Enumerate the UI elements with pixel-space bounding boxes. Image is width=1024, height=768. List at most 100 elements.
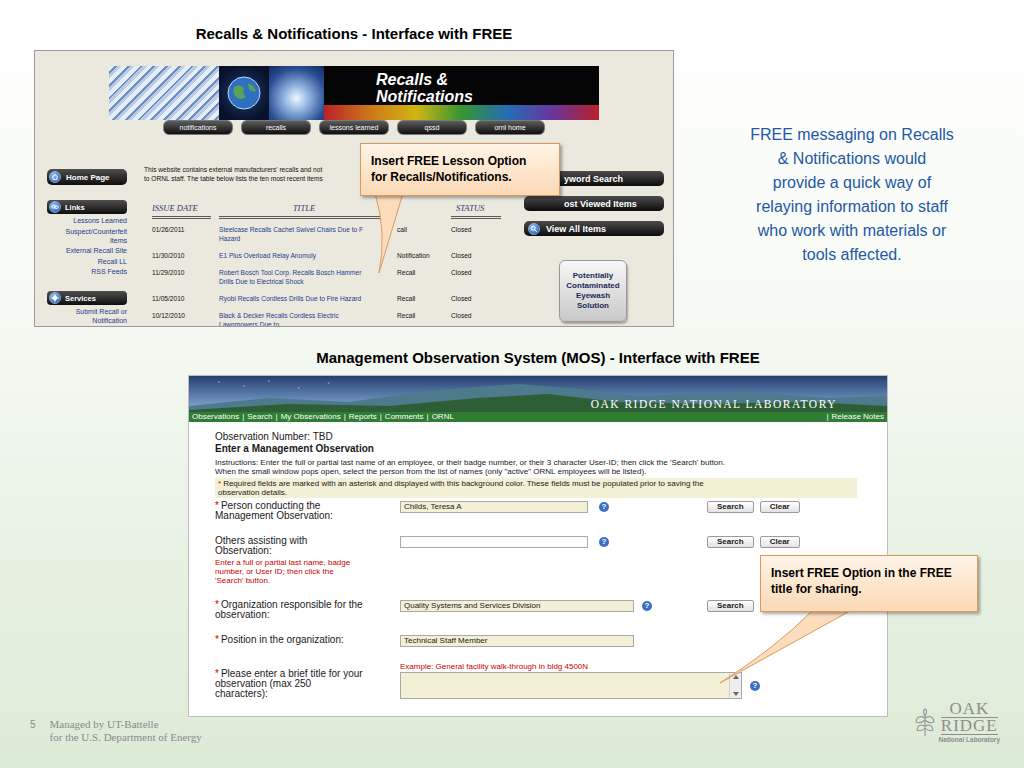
eyewash-button[interactable]: PotentiallyContaminatedEyewashSolution (559, 260, 627, 322)
nav-link[interactable]: My Observations (281, 412, 341, 422)
mos-screenshot: OAK RIDGE NATIONAL LABORATORYObservation… (188, 375, 888, 717)
mos-nav: Observations|Search|My Observations|Repo… (189, 412, 887, 422)
text-field[interactable]: Technical Staff Member (400, 635, 634, 647)
form-button[interactable]: Clear (760, 501, 800, 513)
text-field[interactable]: Childs, Teresa A (400, 501, 588, 513)
site-banner: Recalls & Notifications (109, 66, 599, 120)
globe-picture (219, 66, 269, 120)
sidebar-group: Links Lessons Learned Suspect/CounterfeitI… (47, 200, 129, 276)
title-textarea[interactable] (400, 672, 742, 699)
form-button[interactable]: Search (707, 501, 754, 513)
form-title: Enter a Management Observation (215, 443, 887, 455)
form-button[interactable]: Search (707, 600, 754, 612)
nav-link[interactable]: Comments (385, 412, 424, 422)
sidebar-item[interactable]: Recall LL (47, 257, 129, 266)
recall-link[interactable]: Steelcase Recalls Cachet Swivel Chairs D… (219, 225, 397, 243)
table-row[interactable]: 11/30/2010E1 Plus Overload Relay Anomoly… (152, 247, 509, 264)
text-field[interactable]: Quality Systems and Services Division (400, 600, 634, 612)
recall-link[interactable]: Black & Decker Recalls Cordless Electric… (219, 311, 397, 327)
sidebar: Home Page Links Lessons Learned Suspect/Cou… (47, 142, 129, 327)
sidebar-group-header: Services (47, 291, 127, 305)
home-button[interactable]: Home Page (47, 169, 127, 185)
sidebar-group-header: Links (47, 200, 127, 214)
slide-note: FREE messaging on Recalls& Notifications… (727, 24, 977, 327)
sidebar-group: Services Submit Recall orNotification (47, 291, 129, 325)
column-header-blank (397, 217, 443, 219)
field-label: *Please enter a brief title for yourobse… (215, 662, 400, 699)
nav-link[interactable]: Reports (349, 412, 377, 422)
field-control: Technical Staff Member (400, 635, 707, 647)
nav-button[interactable]: recalls (241, 120, 311, 135)
field-control: Quality Systems and Services Division? (400, 600, 707, 612)
page-number: 5 (26, 718, 36, 744)
required-mark: * (215, 500, 219, 511)
observation-number: Observation Number: TBD (215, 431, 887, 443)
help-icon[interactable]: ? (599, 537, 609, 547)
table-row[interactable]: 11/29/2010Robert Bosch Tool Corp. Recall… (152, 264, 509, 290)
recall-link[interactable]: Ryobi Recalls Cordless Drills Due to Fir… (219, 294, 397, 303)
table-row[interactable]: 11/05/2010Ryobi Recalls Cordless Drills … (152, 290, 509, 307)
column-header: ISSUE DATE (152, 202, 211, 219)
nav-link[interactable]: ORNL (432, 412, 454, 422)
callout-pointer (714, 609, 854, 689)
form-button[interactable]: Clear (760, 536, 800, 548)
keyboard-picture (109, 66, 219, 120)
section-title: Management Observation System (MOS) - In… (188, 348, 888, 368)
field-hint: Enter a full or partial last name, badge… (215, 558, 400, 585)
recalls-section: Recalls & Notifications - Interface with… (34, 24, 1004, 327)
banner-title: Recalls & Notifications (324, 66, 488, 105)
table-row[interactable]: 01/26/2011Steelcase Recalls Cachet Swive… (152, 221, 509, 247)
required-note: *Required fields are marked with an aste… (215, 478, 857, 498)
home-icon (49, 171, 61, 183)
recalls-screenshot: Recalls & Notifications notifications reca… (34, 50, 674, 327)
field-buttons: Search Clear (707, 536, 887, 548)
sidebar-item[interactable]: Submit Recall orNotification (47, 307, 129, 325)
field-label: *Person conducting theManagement Observa… (215, 501, 400, 521)
form-row: *Please enter a brief title for yourobse… (215, 662, 887, 699)
slide-footer: 5 Managed by UT-Battellefor the U.S. Depa… (26, 717, 888, 744)
nav-button[interactable]: notifications (163, 120, 233, 135)
text-field[interactable] (400, 536, 588, 548)
mos-section: Management Observation System (MOS) - In… (26, 348, 1004, 744)
nav-link[interactable]: Search (247, 412, 272, 422)
scroll-down-icon[interactable] (733, 692, 739, 696)
recall-link[interactable]: E1 Plus Overload Relay Anomoly (219, 251, 397, 260)
release-notes-link[interactable]: Release Notes (832, 412, 884, 422)
field-label: Others assisting withObservation:Enter a… (215, 536, 400, 585)
help-icon[interactable]: ? (750, 681, 760, 691)
callout: Insert FREE Lesson Optionfor Recalls/Not… (360, 143, 560, 196)
sidebar-item[interactable]: External Recall Site (47, 246, 129, 255)
sidebar-item[interactable]: Lessons Learned (47, 216, 129, 225)
rainbow-strip (324, 105, 599, 120)
water-picture (269, 66, 324, 120)
slide: Recalls & Notifications - Interface with… (0, 0, 1024, 768)
help-icon[interactable]: ? (642, 601, 652, 611)
nav-link[interactable]: Observations (192, 412, 239, 422)
field-label: *Organization responsible for theobserva… (215, 600, 400, 620)
field-buttons: Search Clear (707, 501, 887, 513)
ornl-banner: OAK RIDGE NATIONAL LABORATORY (189, 376, 887, 412)
form-button[interactable]: Search (707, 536, 754, 548)
help-icon[interactable]: ? (599, 502, 609, 512)
gear-icon (49, 292, 61, 304)
field-control: Example: General facility walk-through i… (400, 662, 887, 699)
action-button[interactable]: View All Items (524, 221, 664, 236)
banner-title-panel: Recalls & Notifications (324, 66, 599, 120)
sidebar-item[interactable]: Suspect/CounterfeitItems (47, 227, 129, 245)
recall-link[interactable]: Robert Bosch Tool Corp. Recalls Bosch Ha… (219, 268, 397, 286)
action-button[interactable]: ost Viewed Items (524, 196, 664, 211)
page-body: Home Page Links Lessons Learned Suspect/Cou… (35, 142, 673, 327)
sidebar-links: Submit Recall orNotification (47, 305, 129, 325)
instructions: Instructions: Enter the full or partial … (215, 458, 887, 476)
table-row[interactable]: 10/12/2010Black & Decker Recalls Cordles… (152, 307, 509, 327)
footer-text: Managed by UT-Battellefor the U.S. Depar… (50, 718, 202, 744)
site-header: Recalls & Notifications notifications reca… (35, 51, 673, 135)
nav-button[interactable]: qssd (397, 120, 467, 135)
site-nav: notifications recalls lessons learned qssdo… (163, 120, 545, 135)
nav-button[interactable]: lessons learned (319, 120, 389, 135)
leaf-logo-icon (913, 708, 937, 738)
magnifier-icon (528, 223, 540, 235)
callout: Insert FREE Option in the FREEtitle for … (760, 555, 978, 612)
sidebar-item[interactable]: RSS Feeds (47, 267, 129, 276)
nav-button[interactable]: ornl home (475, 120, 545, 135)
